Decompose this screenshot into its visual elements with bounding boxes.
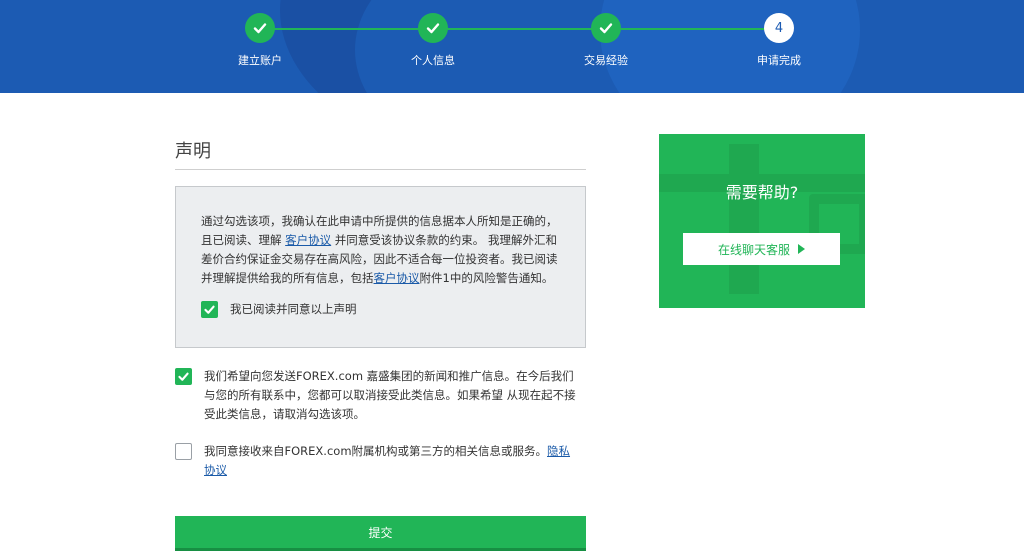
step-label: 申请完成 bbox=[757, 54, 801, 67]
client-agreement-link[interactable]: 客户协议 bbox=[285, 233, 331, 247]
marketing-consent-checkbox[interactable] bbox=[175, 368, 192, 385]
step-application-complete: 4 申请完成 bbox=[719, 13, 839, 68]
check-icon bbox=[591, 13, 621, 43]
step-personal-info: 个人信息 bbox=[373, 13, 493, 68]
third-party-consent-label: 我同意接收来自FOREX.com附属机构或第三方的相关信息或服务。隐私协议 bbox=[204, 442, 580, 480]
submit-button[interactable]: 提交 bbox=[175, 516, 586, 551]
marketing-consent-label: 我们希望向您发送FOREX.com 嘉盛集团的新闻和推广信息。在今后我们与您的所… bbox=[204, 369, 576, 421]
step-label: 交易经验 bbox=[584, 54, 628, 67]
agree-declaration-label: 我已阅读并同意以上声明 bbox=[230, 302, 357, 316]
check-icon bbox=[418, 13, 448, 43]
live-chat-button[interactable]: 在线聊天客服 bbox=[683, 233, 840, 265]
agree-declaration-checkbox[interactable] bbox=[201, 301, 218, 318]
client-agreement-link[interactable]: 客户协议 bbox=[374, 271, 420, 285]
divider bbox=[175, 169, 586, 170]
progress-header: 建立账户 个人信息 交易经验 4 申请完成 bbox=[0, 0, 1024, 93]
check-icon bbox=[204, 305, 215, 314]
check-icon bbox=[178, 372, 189, 381]
live-chat-label: 在线聊天客服 bbox=[717, 242, 790, 257]
declaration-text: 通过勾选该项，我确认在此申请中所提供的信息据本人所知是正确的，且已阅读、理解 客… bbox=[201, 212, 566, 288]
play-arrow-icon bbox=[798, 244, 805, 254]
check-icon bbox=[245, 13, 275, 43]
step-label: 个人信息 bbox=[411, 54, 455, 67]
panel-decoration bbox=[729, 144, 759, 294]
declaration-box: 通过勾选该项，我确认在此申请中所提供的信息据本人所知是正确的，且已阅读、理解 客… bbox=[175, 186, 586, 348]
step-number: 4 bbox=[764, 13, 794, 43]
third-party-consent-text: 我同意接收来自FOREX.com附属机构或第三方的相关信息或服务。 bbox=[204, 444, 548, 458]
step-label: 建立账户 bbox=[238, 54, 282, 67]
help-title: 需要帮助? bbox=[725, 183, 799, 202]
help-panel: 需要帮助? 在线聊天客服 bbox=[659, 134, 865, 308]
step-trading-experience: 交易经验 bbox=[546, 13, 666, 68]
step-create-account: 建立账户 bbox=[200, 13, 320, 68]
stepper-track bbox=[260, 28, 779, 30]
third-party-consent-checkbox[interactable] bbox=[175, 443, 192, 460]
page-title: 声明 bbox=[175, 141, 211, 162]
declaration-text-part: 附件1中的风险警告通知。 bbox=[419, 271, 554, 285]
